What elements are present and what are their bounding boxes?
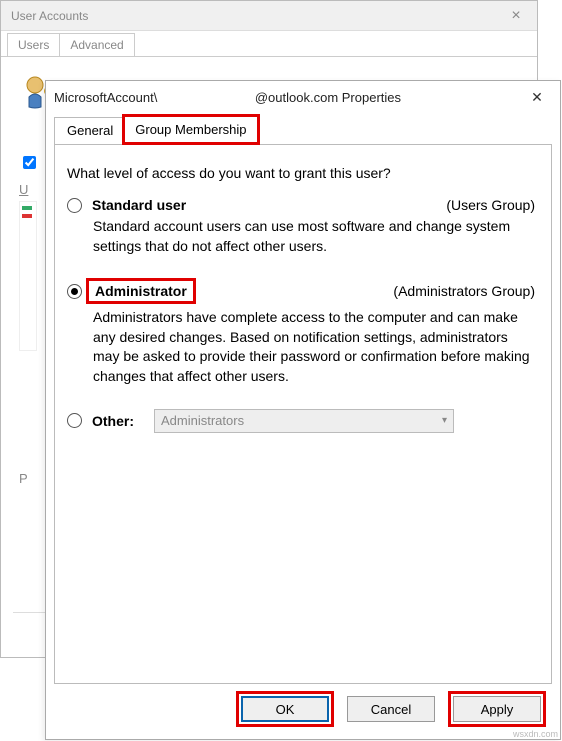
user-accounts-titlebar: User Accounts ×: [1, 1, 537, 31]
checkbox-unknown[interactable]: [23, 156, 36, 169]
apply-button[interactable]: Apply: [453, 696, 541, 722]
tab-advanced[interactable]: Advanced: [59, 33, 134, 56]
ok-button[interactable]: OK: [241, 696, 329, 722]
tab-general[interactable]: General: [54, 117, 126, 145]
radio-icon[interactable]: [67, 284, 82, 299]
p-section-label: P: [19, 471, 28, 486]
properties-dialog: MicrosoftAccount\ @outlook.com Propertie…: [45, 80, 561, 740]
tab-group-membership[interactable]: Group Membership: [122, 114, 259, 145]
administrator-label: Administrator: [95, 283, 187, 299]
standard-user-option[interactable]: Standard user (Users Group): [67, 197, 539, 213]
standard-user-desc: Standard account users can use most soft…: [93, 217, 535, 256]
tab-users[interactable]: Users: [7, 33, 60, 56]
close-icon[interactable]: ✕: [514, 82, 560, 112]
group-membership-panel: What level of access do you want to gran…: [54, 144, 552, 684]
standard-user-label: Standard user: [92, 197, 186, 213]
user-accounts-tabs: Users Advanced: [1, 31, 537, 57]
properties-tabs: General Group Membership: [46, 113, 560, 145]
standard-user-group: (Users Group): [446, 197, 535, 213]
properties-title: MicrosoftAccount\ @outlook.com Propertie…: [54, 90, 514, 105]
flag-icon: [22, 206, 32, 218]
administrator-group: (Administrators Group): [393, 283, 535, 299]
user-accounts-title: User Accounts: [7, 9, 501, 23]
access-question: What level of access do you want to gran…: [67, 165, 539, 181]
other-option[interactable]: Other: Administrators ▾: [67, 409, 539, 433]
users-section-label: U: [19, 182, 28, 197]
other-dropdown-value: Administrators: [161, 413, 244, 428]
close-icon[interactable]: ×: [501, 7, 531, 25]
radio-icon[interactable]: [67, 198, 82, 213]
other-label: Other:: [92, 413, 134, 429]
radio-icon[interactable]: [67, 413, 82, 428]
dialog-buttons: OK Cancel Apply: [236, 691, 546, 727]
watermark: wsxdn.com: [513, 729, 558, 739]
properties-titlebar: MicrosoftAccount\ @outlook.com Propertie…: [46, 81, 560, 113]
administrator-desc: Administrators have complete access to t…: [93, 308, 535, 386]
cancel-button[interactable]: Cancel: [347, 696, 435, 722]
chevron-down-icon: ▾: [442, 415, 447, 426]
users-list: [19, 201, 37, 351]
administrator-option[interactable]: Administrator (Administrators Group): [67, 278, 539, 304]
other-dropdown[interactable]: Administrators ▾: [154, 409, 454, 433]
